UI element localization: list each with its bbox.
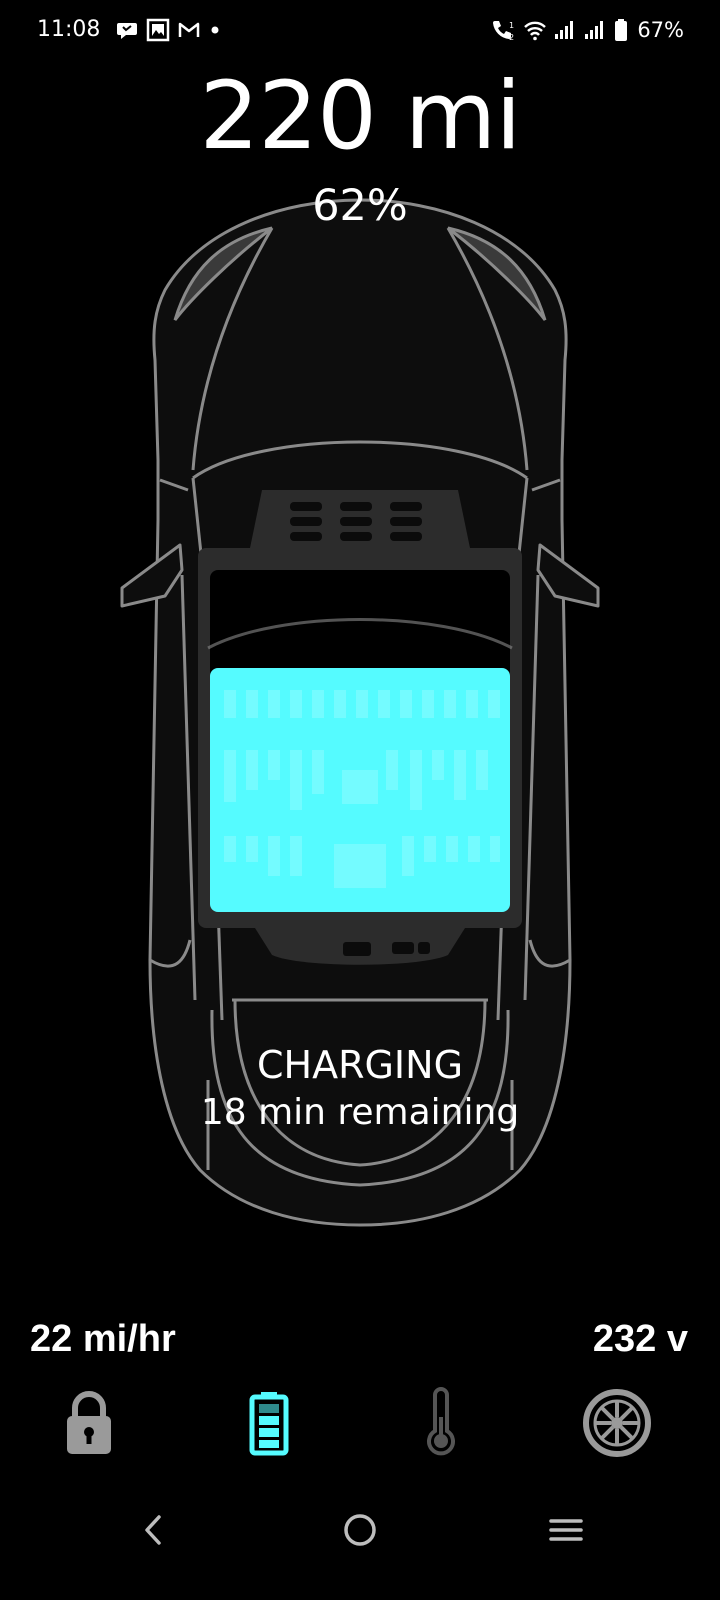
home-button[interactable] [330, 1500, 390, 1560]
battery-charge-fill [210, 668, 510, 912]
wheel-icon [583, 1389, 651, 1457]
tab-battery[interactable] [224, 1378, 314, 1468]
tab-lock[interactable] [44, 1378, 134, 1468]
recents-button[interactable] [536, 1500, 596, 1560]
recents-icon [549, 1519, 583, 1541]
charge-percent: 62% [312, 181, 408, 231]
charge-voltage: 232 v [592, 1318, 688, 1360]
charging-status: CHARGING 18 min remaining [0, 1040, 720, 1136]
back-icon [145, 1515, 161, 1545]
tab-climate[interactable] [396, 1378, 486, 1468]
lock-icon [67, 1391, 111, 1454]
back-button[interactable] [122, 1500, 182, 1560]
battery-icon [249, 1392, 289, 1456]
system-nav-bar [0, 1490, 720, 1570]
charging-label: CHARGING [256, 1043, 464, 1087]
tab-tires[interactable] [572, 1378, 662, 1468]
charge-rate: 22 mi/hr [30, 1318, 176, 1360]
thermometer-icon [427, 1387, 455, 1456]
time-remaining: 18 min remaining [200, 1092, 520, 1133]
home-icon [344, 1514, 376, 1546]
bottom-tab-bar [0, 1378, 720, 1468]
